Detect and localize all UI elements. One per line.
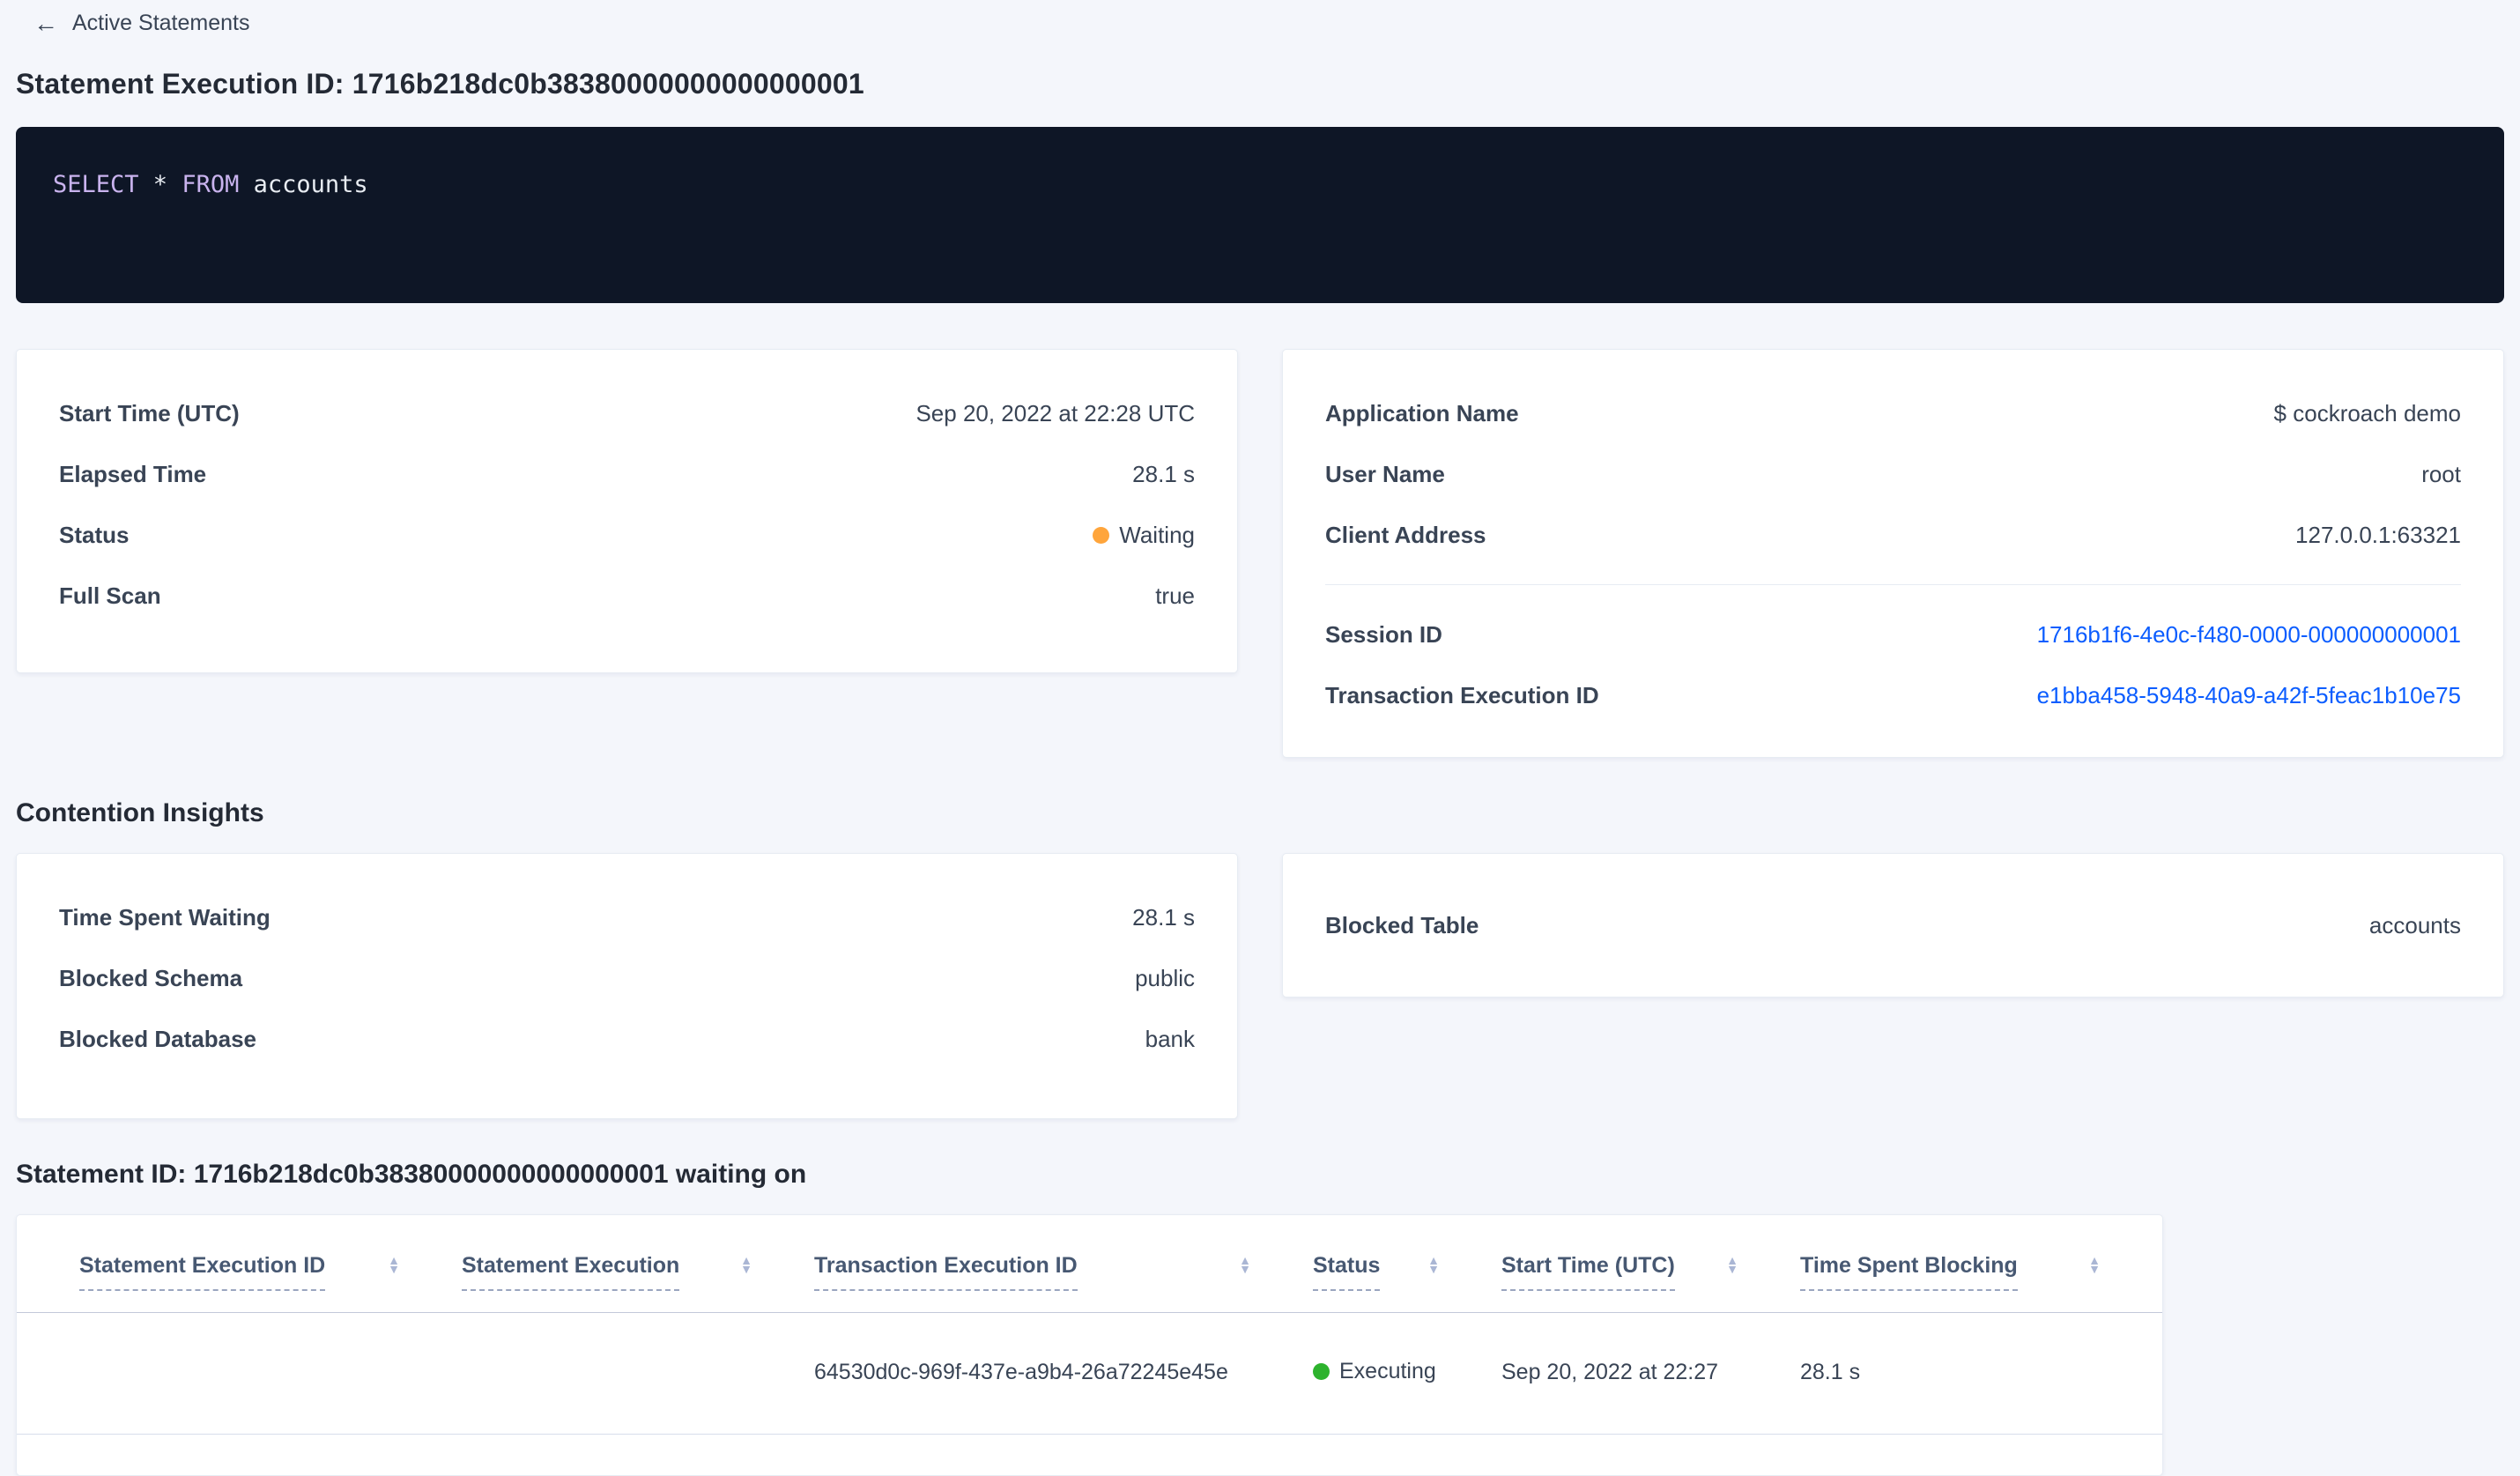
sql-statement-box: SELECT * FROM accounts bbox=[16, 127, 2504, 303]
column-header-label: Status bbox=[1313, 1252, 1381, 1292]
application-name-value: $ cockroach demo bbox=[2273, 399, 2461, 426]
blocked-table-card: Blocked Table accounts bbox=[1282, 853, 2504, 998]
sort-arrows-icon: ▲ ▼ bbox=[1726, 1253, 1738, 1277]
transaction-execution-id-row: Transaction Execution ID e1bba458-5948-4… bbox=[1325, 679, 2461, 711]
arrow-left-icon: ← bbox=[33, 9, 58, 37]
column-header-statement-execution[interactable]: Statement Execution ▲ ▼ bbox=[462, 1215, 814, 1313]
session-id-link[interactable]: 1716b1f6-4e0c-f480-0000-000000000001 bbox=[2037, 621, 2461, 649]
status-value: Executing bbox=[1339, 1359, 1436, 1384]
session-id-label: Session ID bbox=[1325, 620, 1442, 648]
column-header-status[interactable]: Status ▲ ▼ bbox=[1313, 1215, 1501, 1313]
cell-status: Executing bbox=[1313, 1313, 1501, 1435]
contention-details-card: Time Spent Waiting 28.1 s Blocked Schema… bbox=[16, 853, 1238, 1119]
column-header-start-time[interactable]: Start Time (UTC) ▲ ▼ bbox=[1501, 1215, 1800, 1313]
sort-arrows-icon: ▲ ▼ bbox=[740, 1253, 752, 1277]
column-header-transaction-execution-id[interactable]: Transaction Execution ID ▲ ▼ bbox=[814, 1215, 1313, 1313]
sql-keyword: FROM bbox=[182, 171, 240, 198]
session-overview-card: Application Name $ cockroach demo User N… bbox=[1282, 349, 2504, 758]
elapsed-time-label: Elapsed Time bbox=[59, 460, 207, 487]
client-address-row: Client Address 127.0.0.1:63321 bbox=[1325, 519, 2461, 551]
full-scan-value: true bbox=[1155, 582, 1195, 609]
blocked-table-value: accounts bbox=[2368, 911, 2461, 938]
client-address-value: 127.0.0.1:63321 bbox=[2295, 521, 2461, 548]
column-header-label: Time Spent Blocking bbox=[1800, 1252, 2018, 1292]
start-time-row: Start Time (UTC) Sep 20, 2022 at 22:28 U… bbox=[59, 397, 1195, 429]
blocked-schema-label: Blocked Schema bbox=[59, 964, 243, 991]
back-to-active-statements-link[interactable]: ← Active Statements bbox=[33, 11, 249, 36]
blocked-schema-value: public bbox=[1135, 964, 1195, 991]
blocked-schema-row: Blocked Schema public bbox=[59, 962, 1195, 994]
blocked-table-row: Blocked Table accounts bbox=[1325, 909, 2461, 941]
time-spent-waiting-value: 28.1 s bbox=[1132, 903, 1195, 931]
column-header-time-spent-blocking[interactable]: Time Spent Blocking ▲ ▼ bbox=[1800, 1215, 2162, 1313]
sort-arrows-icon: ▲ ▼ bbox=[1239, 1253, 1251, 1277]
waiting-on-heading: Statement ID: 1716b218dc0b38380000000000… bbox=[16, 1160, 807, 1189]
client-address-label: Client Address bbox=[1325, 521, 1486, 548]
sort-arrows-icon: ▲ ▼ bbox=[2088, 1253, 2101, 1277]
status-label: Status bbox=[59, 521, 130, 548]
blocked-database-row: Blocked Database bank bbox=[59, 1023, 1195, 1055]
status-row: Status Waiting bbox=[59, 519, 1195, 551]
page-title: Statement Execution ID: 1716b218dc0b3838… bbox=[16, 68, 864, 100]
blocked-database-label: Blocked Database bbox=[59, 1025, 256, 1052]
executing-status-dot-icon bbox=[1313, 1363, 1330, 1381]
waiting-on-table: Statement Execution ID ▲ ▼ Statement Exec… bbox=[17, 1215, 2162, 1435]
column-header-statement-execution-id[interactable]: Statement Execution ID ▲ ▼ bbox=[17, 1215, 462, 1313]
column-header-label: Transaction Execution ID bbox=[814, 1252, 1078, 1292]
statement-details-page: ← Active Statements Statement Execution … bbox=[0, 0, 2520, 1476]
column-header-label: Statement Execution ID bbox=[79, 1252, 326, 1292]
waiting-status-dot-icon bbox=[1093, 526, 1110, 544]
contention-insights-heading: Contention Insights bbox=[16, 798, 264, 827]
contention-cards-row: Time Spent Waiting 28.1 s Blocked Schema… bbox=[16, 853, 2504, 1119]
session-id-row: Session ID 1716b1f6-4e0c-f480-0000-00000… bbox=[1325, 619, 2461, 650]
transaction-execution-id-label: Transaction Execution ID bbox=[1325, 681, 1599, 708]
cell-statement-execution-id bbox=[17, 1313, 462, 1435]
sql-text: accounts bbox=[239, 171, 368, 198]
execution-overview-card: Start Time (UTC) Sep 20, 2022 at 22:28 U… bbox=[16, 349, 1238, 673]
elapsed-time-row: Elapsed Time 28.1 s bbox=[59, 458, 1195, 490]
overview-cards-row: Start Time (UTC) Sep 20, 2022 at 22:28 U… bbox=[16, 349, 2504, 758]
application-name-row: Application Name $ cockroach demo bbox=[1325, 397, 2461, 429]
status-badge: Executing bbox=[1313, 1359, 1436, 1384]
sort-arrows-icon: ▲ ▼ bbox=[1427, 1253, 1440, 1277]
blocked-database-value: bank bbox=[1145, 1025, 1195, 1052]
time-spent-waiting-label: Time Spent Waiting bbox=[59, 903, 271, 931]
cell-transaction-execution-id: 64530d0c-969f-437e-a9b4-26a72245e45e bbox=[814, 1360, 1228, 1385]
start-time-value: Sep 20, 2022 at 22:28 UTC bbox=[915, 399, 1195, 426]
elapsed-time-value: 28.1 s bbox=[1132, 460, 1195, 487]
cell-time-spent-blocking: 28.1 s bbox=[1800, 1360, 1861, 1385]
sort-arrows-icon: ▲ ▼ bbox=[388, 1253, 400, 1277]
cell-statement-execution bbox=[462, 1313, 814, 1435]
sql-keyword: SELECT bbox=[53, 171, 139, 198]
sql-text: * bbox=[138, 171, 182, 198]
user-name-label: User Name bbox=[1325, 460, 1445, 487]
waiting-on-table-card: Statement Execution ID ▲ ▼ Statement Exec… bbox=[16, 1214, 2163, 1476]
transaction-execution-id-link[interactable]: e1bba458-5948-40a9-a42f-5feac1b10e75 bbox=[2037, 682, 2461, 709]
card-divider bbox=[1325, 584, 2461, 585]
blocked-table-label: Blocked Table bbox=[1325, 911, 1479, 938]
table-header-row: Statement Execution ID ▲ ▼ Statement Exec… bbox=[17, 1215, 2162, 1313]
full-scan-row: Full Scan true bbox=[59, 580, 1195, 612]
user-name-value: root bbox=[2421, 460, 2461, 487]
status-badge: Waiting bbox=[1093, 522, 1195, 549]
column-header-label: Statement Execution bbox=[462, 1252, 680, 1292]
back-link-label: Active Statements bbox=[72, 11, 250, 35]
table-row: 64530d0c-969f-437e-a9b4-26a72245e45e Exe… bbox=[17, 1313, 2162, 1435]
status-value: Waiting bbox=[1119, 521, 1195, 548]
full-scan-label: Full Scan bbox=[59, 582, 161, 609]
user-name-row: User Name root bbox=[1325, 458, 2461, 490]
column-header-label: Start Time (UTC) bbox=[1501, 1252, 1675, 1292]
time-spent-waiting-row: Time Spent Waiting 28.1 s bbox=[59, 901, 1195, 933]
application-name-label: Application Name bbox=[1325, 399, 1519, 426]
start-time-label: Start Time (UTC) bbox=[59, 399, 240, 426]
cell-start-time: Sep 20, 2022 at 22:27 bbox=[1501, 1360, 1719, 1385]
